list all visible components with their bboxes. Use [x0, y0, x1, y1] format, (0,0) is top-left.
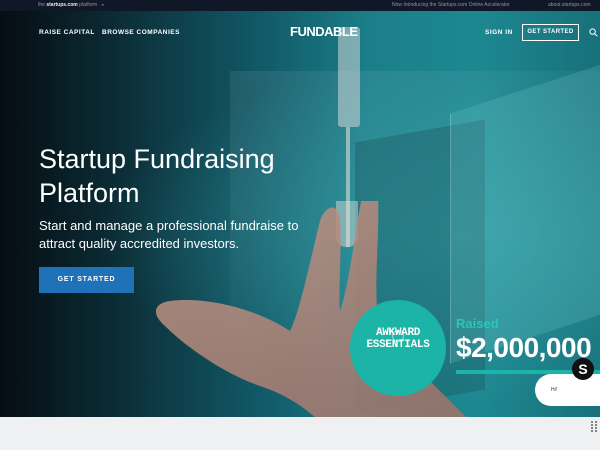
about-link[interactable]: about.startups.com: [548, 2, 591, 8]
platform-suffix: platform: [79, 2, 98, 8]
hero-subtitle: Start and manage a professional fundrais…: [39, 218, 299, 251]
chat-greeting: Hi!: [551, 387, 558, 393]
hero-get-started-button[interactable]: GET STARTED: [39, 267, 134, 293]
nav-browse-companies[interactable]: BROWSE COMPANIES: [102, 29, 180, 36]
platform-switcher[interactable]: the startups.com platform ⌄: [38, 1, 105, 9]
company-name: AWKWARD ESSENTIALS: [366, 327, 430, 351]
search-icon[interactable]: [589, 28, 598, 37]
platform-prefix: the: [38, 2, 45, 8]
announcement-link[interactable]: Now Introducing the Startups.com Online …: [392, 2, 510, 8]
chat-badge[interactable]: S: [572, 358, 594, 380]
drag-handle-icon[interactable]: [590, 420, 598, 434]
hero-title: Startup Fundraising Platform: [39, 144, 275, 208]
fundable-logo[interactable]: FUNDABLE: [290, 24, 358, 39]
chat-widget[interactable]: [535, 374, 600, 406]
platform-brand: startups.com: [46, 2, 78, 8]
nav-raise-capital[interactable]: RAISE CAPITAL: [39, 29, 95, 36]
header-get-started-button[interactable]: GET STARTED: [522, 24, 579, 41]
raised-label: Raised: [456, 316, 499, 331]
chevron-down-icon: ⌄: [100, 1, 105, 8]
raised-amount: $2,000,000: [456, 332, 592, 363]
sign-in-link[interactable]: SIGN IN: [485, 29, 513, 36]
background-stick: [338, 27, 360, 127]
top-bar: the startups.com platform ⌄ Now Introduc…: [0, 0, 600, 11]
